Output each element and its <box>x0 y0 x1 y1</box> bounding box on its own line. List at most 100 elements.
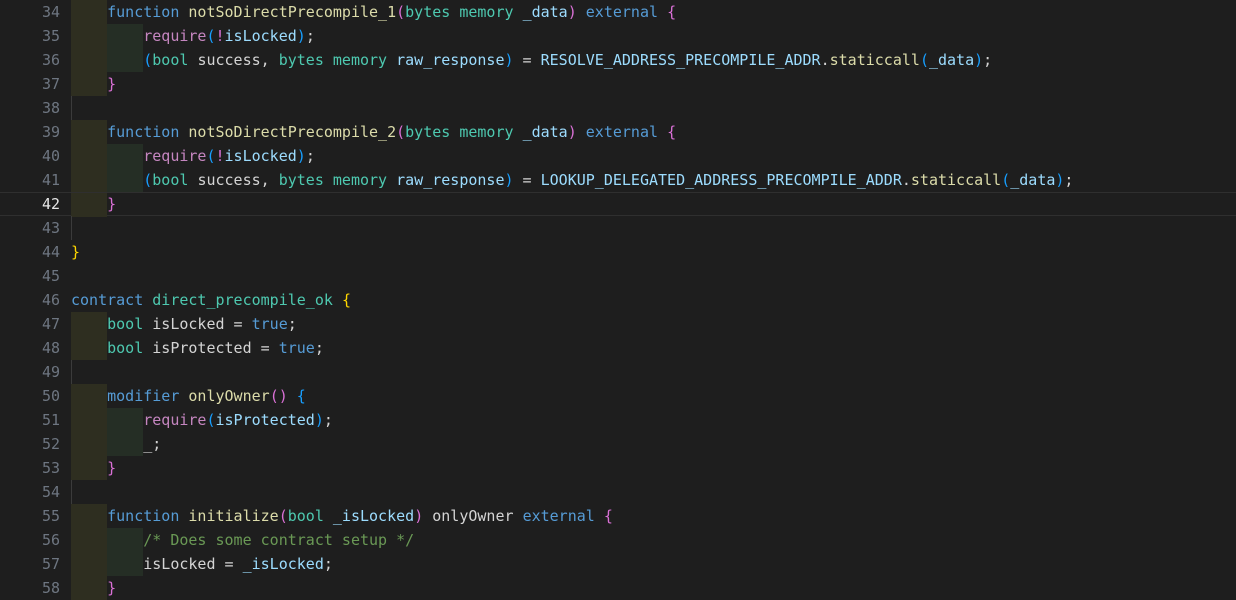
line-number[interactable]: 40 <box>0 144 60 168</box>
line-number[interactable]: 34 <box>0 0 60 24</box>
code-line[interactable]: 58 } <box>0 576 1236 600</box>
code-line[interactable]: 47 bool isLocked = true; <box>0 312 1236 336</box>
code-line[interactable]: 48 bool isProtected = true; <box>0 336 1236 360</box>
code-token: _isLocked <box>242 555 324 573</box>
line-number[interactable]: 43 <box>0 216 60 240</box>
code-line-content[interactable]: (bool success, bytes memory raw_response… <box>71 168 1073 192</box>
code-line-content[interactable]: bool isLocked = true; <box>71 312 297 336</box>
code-token: ; <box>323 411 333 429</box>
line-number[interactable]: 35 <box>0 24 60 48</box>
code-line-content[interactable]: _; <box>71 432 161 456</box>
code-line[interactable]: 43 <box>0 216 1236 240</box>
line-number[interactable]: 41 <box>0 168 60 192</box>
line-number[interactable]: 37 <box>0 72 60 96</box>
code-line[interactable]: 41 (bool success, bytes memory raw_respo… <box>0 168 1236 192</box>
line-number[interactable]: 52 <box>0 432 60 456</box>
code-line-content[interactable]: } <box>71 72 116 96</box>
code-token: require <box>143 411 207 429</box>
code-line[interactable]: 54 <box>0 480 1236 504</box>
code-token: bytes <box>278 171 324 189</box>
code-token: memory <box>332 171 388 189</box>
code-token: ; <box>983 51 993 69</box>
code-line[interactable]: 46 contract direct_precompile_ok { <box>0 288 1236 312</box>
line-number[interactable]: 48 <box>0 336 60 360</box>
code-editor-viewport[interactable]: 34 function notSoDirectPrecompile_1(byte… <box>0 0 1236 600</box>
code-token: memory <box>459 3 514 21</box>
code-line-content[interactable]: } <box>71 456 116 480</box>
line-number[interactable]: 42 <box>0 193 60 215</box>
code-line[interactable]: 40 require(!isLocked); <box>0 144 1236 168</box>
code-line[interactable]: 37 } <box>0 72 1236 96</box>
code-line-content[interactable]: function notSoDirectPrecompile_1(bytes m… <box>71 0 676 24</box>
line-number[interactable]: 47 <box>0 312 60 336</box>
code-line[interactable]: 44} <box>0 240 1236 264</box>
code-line-content[interactable]: (bool success, bytes memory raw_response… <box>71 48 992 72</box>
code-token: ( <box>206 147 216 165</box>
code-token: ( <box>143 171 153 189</box>
code-line[interactable]: 56 /* Does some contract setup */ <box>0 528 1236 552</box>
line-number[interactable]: 39 <box>0 120 60 144</box>
code-line[interactable]: 36 (bool success, bytes memory raw_respo… <box>0 48 1236 72</box>
code-line-content[interactable]: /* Does some contract setup */ <box>71 528 414 552</box>
code-line[interactable]: 35 require(!isLocked); <box>0 24 1236 48</box>
code-line-active[interactable]: 42 } <box>0 192 1236 217</box>
code-token: bytes <box>278 51 324 69</box>
code-token: } <box>107 579 117 597</box>
code-line-content[interactable]: require(!isLocked); <box>71 144 315 168</box>
code-token: onlyOwner <box>188 387 270 405</box>
code-line[interactable]: 57 isLocked = _isLocked; <box>0 552 1236 576</box>
code-line-content[interactable]: isLocked = _isLocked; <box>71 552 333 576</box>
code-line[interactable]: 39 function notSoDirectPrecompile_2(byte… <box>0 120 1236 144</box>
code-line[interactable]: 51 require(isProtected); <box>0 408 1236 432</box>
line-number[interactable]: 55 <box>0 504 60 528</box>
line-number[interactable]: 51 <box>0 408 60 432</box>
code-line-content[interactable]: require(!isLocked); <box>71 24 315 48</box>
code-line-content[interactable]: modifier onlyOwner() { <box>71 384 306 408</box>
code-line-content[interactable]: require(isProtected); <box>71 408 333 432</box>
code-line[interactable]: 53 } <box>0 456 1236 480</box>
code-line-content[interactable]: } <box>71 193 116 215</box>
code-token: direct_precompile_ok <box>152 291 333 309</box>
line-number[interactable]: 45 <box>0 264 60 288</box>
line-number[interactable]: 49 <box>0 360 60 384</box>
code-token: { <box>603 507 613 525</box>
code-line-content[interactable]: } <box>71 240 80 264</box>
code-line-content[interactable]: function initialize(bool _isLocked) only… <box>71 504 613 528</box>
code-line[interactable]: 34 function notSoDirectPrecompile_1(byte… <box>0 0 1236 24</box>
line-number[interactable]: 54 <box>0 480 60 504</box>
code-token: external <box>585 123 659 141</box>
code-line-content[interactable]: } <box>71 576 116 600</box>
code-token: external <box>585 3 659 21</box>
code-line[interactable]: 52 _; <box>0 432 1236 456</box>
line-number[interactable]: 38 <box>0 96 60 120</box>
indent-guide <box>71 96 72 120</box>
line-number[interactable]: 36 <box>0 48 60 72</box>
line-number[interactable]: 57 <box>0 552 60 576</box>
line-number[interactable]: 58 <box>0 576 60 600</box>
line-number[interactable]: 53 <box>0 456 60 480</box>
code-token: = <box>251 339 279 357</box>
line-number[interactable]: 50 <box>0 384 60 408</box>
code-token: staticcall <box>910 171 1002 189</box>
line-number[interactable]: 56 <box>0 528 60 552</box>
line-number[interactable]: 46 <box>0 288 60 312</box>
code-line[interactable]: 49 <box>0 360 1236 384</box>
code-token: , <box>260 171 279 189</box>
code-token: notSoDirectPrecompile_2 <box>188 123 397 141</box>
code-line-content[interactable]: function notSoDirectPrecompile_2(bytes m… <box>71 120 676 144</box>
code-line[interactable]: 45 <box>0 264 1236 288</box>
code-line-content[interactable]: contract direct_precompile_ok { <box>71 288 351 312</box>
code-line-content[interactable]: bool isProtected = true; <box>71 336 324 360</box>
line-number[interactable]: 44 <box>0 240 60 264</box>
code-token: ( <box>396 3 406 21</box>
code-line[interactable]: 38 <box>0 96 1236 120</box>
code-line[interactable]: 55 function initialize(bool _isLocked) o… <box>0 504 1236 528</box>
code-line[interactable]: 50 modifier onlyOwner() { <box>0 384 1236 408</box>
